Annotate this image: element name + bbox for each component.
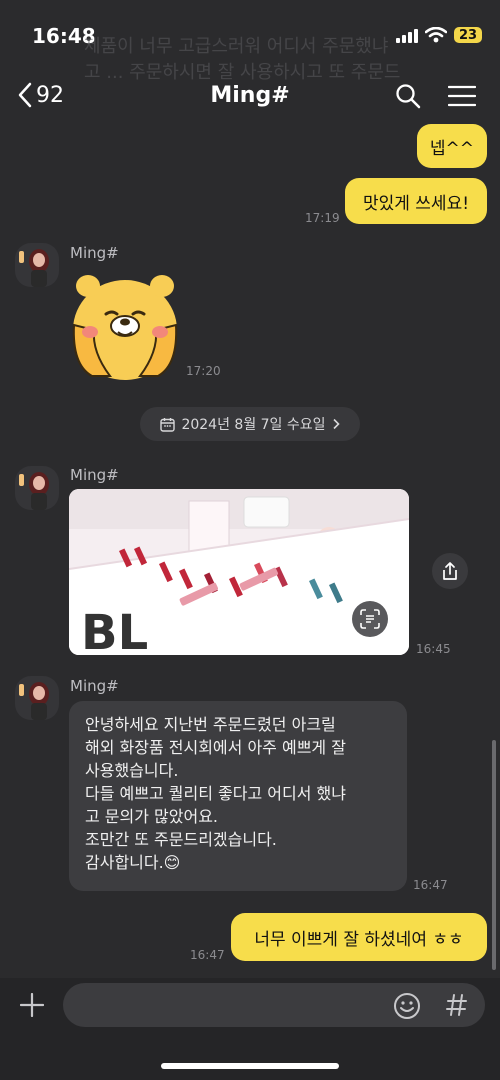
photo-message[interactable]: BL <box>69 489 409 655</box>
message-line: 감사합니다.😊 <box>85 853 181 872</box>
share-icon <box>443 562 457 580</box>
chevron-right-icon <box>332 418 340 430</box>
my-message-bubble[interactable]: 너무 이쁘게 잘 하셨네여 ㅎㅎ <box>231 913 487 961</box>
message-line: 해외 화장품 전시회에서 아주 예쁘게 잘 <box>85 738 346 757</box>
message-line: 조만간 또 주문드리겠습니다. <box>85 830 277 849</box>
date-label: 2024년 8월 7일 수요일 <box>181 417 326 433</box>
text-scan-icon <box>360 609 380 629</box>
message-time: 17:20 <box>186 364 221 378</box>
avatar-image <box>19 249 49 287</box>
sender-name: Ming# <box>70 466 119 484</box>
message-time: 17:19 <box>305 211 340 225</box>
date-divider[interactable]: 2024년 8월 7일 수요일 <box>140 407 360 441</box>
avatar[interactable] <box>15 466 59 510</box>
message-time: 16:47 <box>413 878 448 892</box>
avatar[interactable] <box>15 243 59 287</box>
menu-icon[interactable] <box>448 84 476 108</box>
hashtag-icon[interactable] <box>446 993 468 1017</box>
text-scan-button[interactable] <box>352 601 388 637</box>
message-line: 다들 예쁘고 퀄리티 좋다고 어디서 했냐 <box>85 784 346 803</box>
battery-indicator: 23 <box>454 27 482 43</box>
calendar-icon <box>160 417 176 432</box>
plus-icon[interactable] <box>20 993 44 1017</box>
message-line: 사용했습니다. <box>85 761 179 780</box>
search-icon[interactable] <box>395 83 421 109</box>
scrollbar[interactable] <box>492 740 496 970</box>
message-line: 안녕하세요 지난번 주문드렸던 아크릴 <box>85 715 336 734</box>
received-message-bubble[interactable]: 안녕하세요 지난번 주문드렸던 아크릴 해외 화장품 전시회에서 아주 예쁘게 … <box>69 701 407 891</box>
chat-title: Ming# <box>210 83 290 108</box>
my-message-bubble[interactable]: 넵^^ <box>417 124 487 168</box>
share-button[interactable] <box>432 553 468 589</box>
home-indicator <box>161 1063 339 1069</box>
my-message-bubble[interactable]: 맛있게 쓰세요! <box>345 178 487 224</box>
message-time: 16:47 <box>190 948 225 962</box>
bear-sticker[interactable] <box>70 270 180 382</box>
avatar[interactable] <box>15 676 59 720</box>
scrolled-message-fragment: 제품이 너무 고급스러워 어디서 주문했냐고 ... 주문하시면 잘 사용하시고… <box>84 36 401 83</box>
message-input[interactable] <box>63 983 485 1027</box>
message-line: 고 문의가 많았어요. <box>85 807 219 826</box>
sender-name: Ming# <box>70 677 119 695</box>
message-time: 16:45 <box>416 642 451 656</box>
display-sign-text: BL <box>81 605 148 655</box>
wifi-icon <box>425 27 447 43</box>
emoji-icon[interactable] <box>393 992 421 1020</box>
sender-name: Ming# <box>70 244 119 262</box>
avatar-image <box>19 472 49 510</box>
avatar-image <box>19 682 49 720</box>
